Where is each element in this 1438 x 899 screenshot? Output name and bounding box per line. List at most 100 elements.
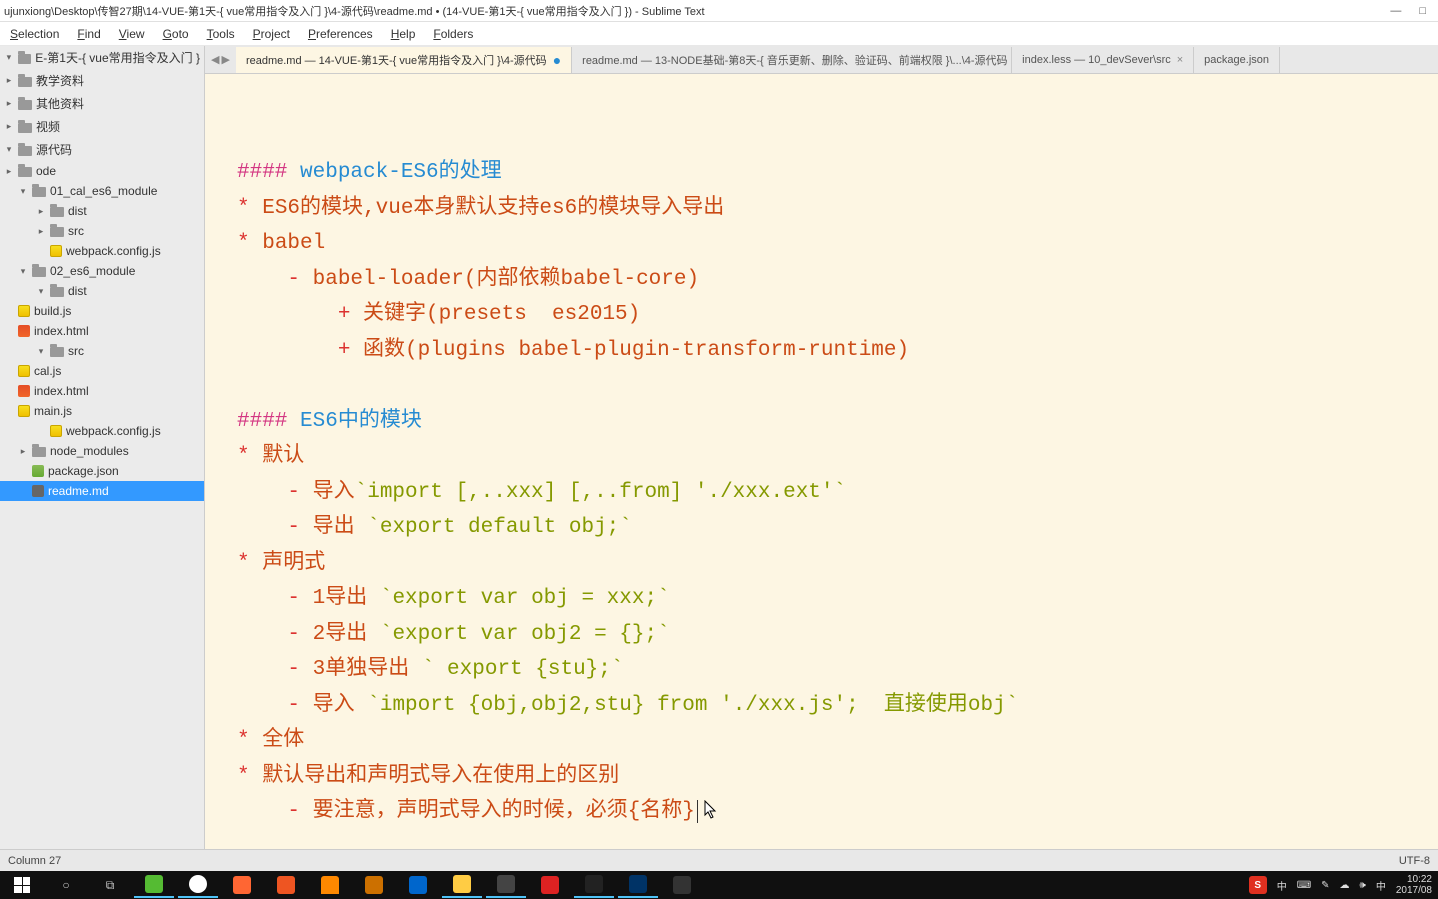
tab-scroll-right-icon[interactable]: ▶ <box>221 53 229 66</box>
tray-item[interactable]: ⌨ <box>1297 880 1311 891</box>
start-button[interactable] <box>2 872 42 898</box>
file-icon <box>18 325 30 337</box>
menu-help[interactable]: Help <box>383 25 424 43</box>
code-line: + 函数(plugins babel-plugin-transform-runt… <box>237 333 1434 369</box>
tab-label: package.json <box>1204 54 1269 66</box>
taskbar-app[interactable] <box>222 872 262 898</box>
tab-scroll-left-icon[interactable]: ◀ <box>211 53 219 66</box>
taskbar-app[interactable] <box>134 872 174 898</box>
ime-icon[interactable]: S <box>1249 876 1267 894</box>
sidebar-item-label: index.html <box>34 324 89 338</box>
minimize-icon[interactable]: — <box>1390 5 1401 17</box>
window-title: ujunxiong\Desktop\传智27期\14-VUE-第1天-{ vue… <box>4 3 705 19</box>
sidebar-item[interactable]: ▸视频 <box>0 115 204 138</box>
tray-item[interactable]: 中 <box>1277 878 1287 893</box>
sidebar-item[interactable]: ▸其他资料 <box>0 92 204 115</box>
sidebar-item[interactable]: webpack.config.js <box>0 241 204 261</box>
menu-preferences[interactable]: Preferences <box>300 25 381 43</box>
tab[interactable]: readme.md — 14-VUE-第1天-{ vue常用指令及入门 }\4-… <box>236 47 572 73</box>
menu-project[interactable]: Project <box>245 25 298 43</box>
tray-item[interactable]: ☁ <box>1340 880 1350 891</box>
editor-content[interactable]: #### webpack-ES6的处理* ES6的模块,vue本身默认支持es6… <box>205 74 1438 849</box>
close-icon[interactable]: × <box>1177 54 1183 66</box>
sidebar-item[interactable]: ▾ dist <box>0 281 204 301</box>
tab[interactable]: index.less — 10_devSever\src× <box>1012 47 1194 73</box>
menu-goto[interactable]: Goto <box>155 25 197 43</box>
menu-find[interactable]: Find <box>69 25 108 43</box>
taskbar-app[interactable] <box>530 872 570 898</box>
taskbar-app[interactable] <box>266 872 306 898</box>
taskbar-app[interactable] <box>574 872 614 898</box>
file-icon <box>50 245 62 257</box>
menu-tools[interactable]: Tools <box>199 25 243 43</box>
sidebar-item[interactable]: webpack.config.js <box>0 421 204 441</box>
code-line: * 默认 <box>237 439 1434 475</box>
sidebar-item[interactable]: index.html <box>0 381 204 401</box>
taskbar-app[interactable] <box>618 872 658 898</box>
taskbar-app[interactable] <box>310 872 350 898</box>
chevron-icon: ▾ <box>4 145 14 155</box>
title-bar: ujunxiong\Desktop\传智27期\14-VUE-第1天-{ vue… <box>0 0 1438 22</box>
sidebar-item-label: src <box>68 344 84 358</box>
code-line: * ES6的模块,vue本身默认支持es6的模块导入导出 <box>237 191 1434 227</box>
system-tray[interactable]: S 中 ⌨ ✎ ☁ 🕪 中 10:22 2017/08 <box>1249 874 1436 896</box>
chevron-icon: ▸ <box>36 206 46 216</box>
taskbar-app[interactable] <box>662 872 702 898</box>
sidebar-item[interactable]: build.js <box>0 301 204 321</box>
tray-item[interactable]: ✎ <box>1321 880 1329 891</box>
taskbar-app[interactable] <box>442 872 482 898</box>
sidebar: ▾E-第1天-{ vue常用指令及入门 }▸教学资料▸其他资料▸视频▾源代码▸o… <box>0 46 205 849</box>
tray-item[interactable]: 🕪 <box>1360 880 1366 891</box>
tray-item[interactable]: 中 <box>1376 878 1386 893</box>
sidebar-item-label: webpack.config.js <box>66 424 161 438</box>
sidebar-item[interactable]: ▸教学资料 <box>0 69 204 92</box>
sidebar-item[interactable]: package.json <box>0 461 204 481</box>
menu-bar: SelectionFindViewGotoToolsProjectPrefere… <box>0 22 1438 46</box>
sidebar-item[interactable]: ▾E-第1天-{ vue常用指令及入门 } <box>0 46 204 69</box>
sidebar-item[interactable]: ▸ode <box>0 161 204 181</box>
taskbar: ○ ⧉ S 中 ⌨ ✎ ☁ 🕪 中 10:22 2017/08 <box>0 871 1438 899</box>
menu-folders[interactable]: Folders <box>425 25 481 43</box>
chevron-icon: ▸ <box>4 166 14 176</box>
folder-icon <box>32 187 46 197</box>
menu-selection[interactable]: Selection <box>2 25 67 43</box>
clock[interactable]: 10:22 2017/08 <box>1396 874 1432 896</box>
code-line: * 全体 <box>237 723 1434 759</box>
sidebar-item[interactable]: ▾源代码 <box>0 138 204 161</box>
chevron-icon: ▾ <box>36 286 46 296</box>
taskbar-app[interactable] <box>398 872 438 898</box>
tab-bar: ◀ ▶ readme.md — 14-VUE-第1天-{ vue常用指令及入门 … <box>205 46 1438 74</box>
taskview-icon[interactable]: ⧉ <box>90 872 130 898</box>
maximize-icon[interactable]: □ <box>1419 5 1426 17</box>
sidebar-item[interactable]: ▸dist <box>0 201 204 221</box>
sidebar-item[interactable]: index.html <box>0 321 204 341</box>
sidebar-item[interactable]: main.js <box>0 401 204 421</box>
sidebar-item[interactable]: readme.md <box>0 481 204 501</box>
code-line <box>237 368 1434 404</box>
taskbar-app[interactable] <box>354 872 394 898</box>
sidebar-item[interactable]: cal.js <box>0 361 204 381</box>
sidebar-item[interactable]: ▸node_modules <box>0 441 204 461</box>
folder-icon <box>50 347 64 357</box>
dirty-indicator-icon: ● <box>553 52 561 68</box>
sidebar-item[interactable]: ▸src <box>0 221 204 241</box>
tab[interactable]: readme.md — 13-NODE基础-第8天-{ 音乐更新、删除、验证码、… <box>572 47 1012 73</box>
sidebar-item[interactable]: ▾01_cal_es6_module <box>0 181 204 201</box>
folder-icon <box>50 227 64 237</box>
code-line: - 导入`import [,..xxx] [,..from] './xxx.ex… <box>237 475 1434 511</box>
sidebar-item-label: 视频 <box>36 118 60 135</box>
sidebar-item-label: dist <box>68 284 87 298</box>
taskbar-sublime[interactable] <box>486 872 526 898</box>
taskbar-app[interactable] <box>178 872 218 898</box>
tab[interactable]: package.json <box>1194 47 1280 73</box>
code-line: - babel-loader(内部依赖babel-core) <box>237 262 1434 298</box>
menu-view[interactable]: View <box>111 25 153 43</box>
folder-icon <box>18 146 32 156</box>
sidebar-item-label: 01_cal_es6_module <box>50 184 157 198</box>
sidebar-item[interactable]: ▾02_es6_module <box>0 261 204 281</box>
folder-icon <box>18 123 32 133</box>
code-line: - 1导出 `export var obj = xxx;` <box>237 581 1434 617</box>
cortana-icon[interactable]: ○ <box>46 872 86 898</box>
chevron-icon: ▸ <box>4 76 14 86</box>
sidebar-item[interactable]: ▾src <box>0 341 204 361</box>
